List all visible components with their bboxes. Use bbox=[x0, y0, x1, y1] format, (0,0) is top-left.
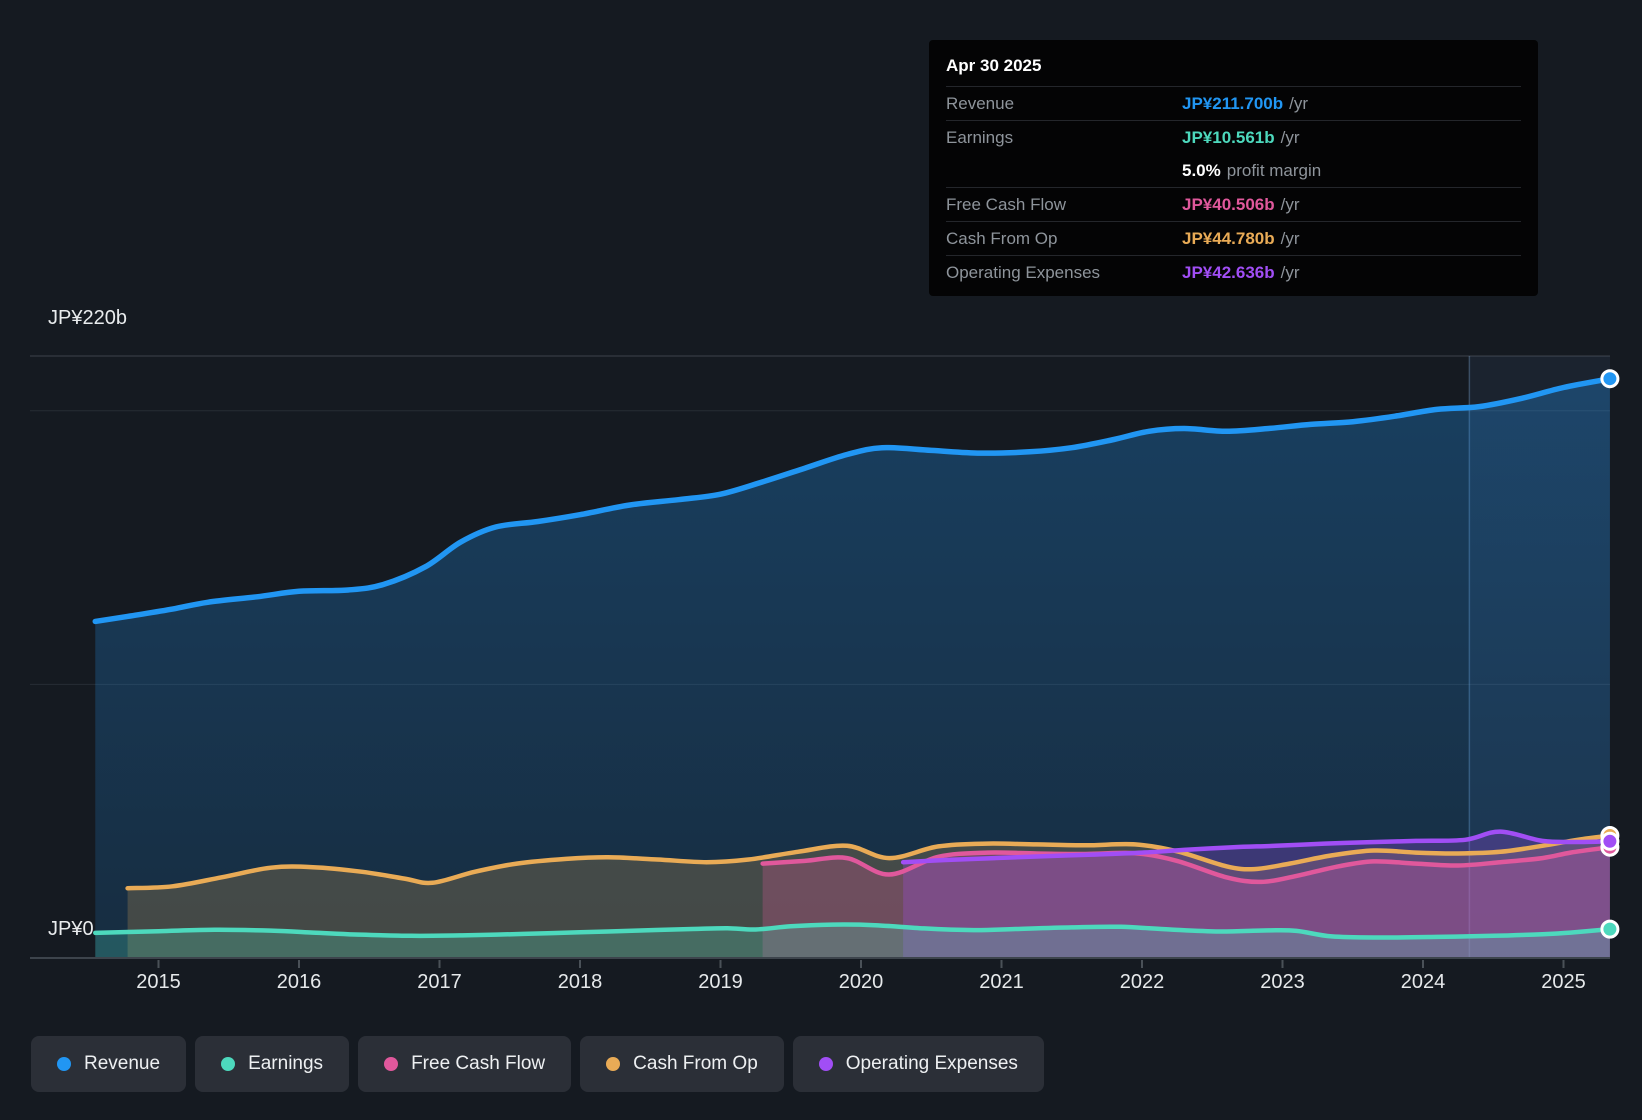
tooltip-date: Apr 30 2025 bbox=[946, 56, 1042, 75]
earnings-end-marker bbox=[1600, 919, 1620, 939]
tooltip-label: Earnings bbox=[946, 127, 1014, 147]
chart-legend: Revenue Earnings Free Cash Flow Cash Fro… bbox=[31, 1036, 1044, 1092]
legend-item-revenue[interactable]: Revenue bbox=[31, 1036, 187, 1092]
tooltip-row-earnings: Earnings JP¥10.561b /yr bbox=[946, 120, 1521, 154]
cash-from-op-dot-icon bbox=[606, 1057, 621, 1071]
legend-label: Operating Expenses bbox=[845, 1053, 1018, 1074]
revenue-dot-icon bbox=[57, 1057, 71, 1071]
x-axis-label-2017: 2017 bbox=[417, 971, 462, 993]
tooltip-unit: /yr bbox=[1280, 194, 1300, 214]
x-axis-label-2024: 2024 bbox=[1401, 971, 1446, 993]
tooltip-row-cash-from-op: Cash From Op JP¥44.780b /yr bbox=[946, 221, 1521, 255]
x-axis-label-2023: 2023 bbox=[1260, 971, 1305, 993]
legend-label: Free Cash Flow bbox=[411, 1053, 546, 1074]
x-axis-label-2015: 2015 bbox=[136, 971, 181, 993]
x-axis-label-2020: 2020 bbox=[839, 971, 884, 993]
y-axis-zero-label: JP¥0 bbox=[48, 918, 94, 940]
tooltip-row-profit-margin: 5.0% profit margin bbox=[946, 154, 1521, 187]
tooltip-label: Revenue bbox=[946, 93, 1015, 113]
x-axis-label-2025: 2025 bbox=[1541, 971, 1586, 993]
revenue-end-marker bbox=[1600, 369, 1620, 389]
operating-expenses-dot-icon bbox=[818, 1057, 833, 1071]
tooltip-unit: /yr bbox=[1280, 127, 1300, 147]
tooltip-unit: /yr bbox=[1289, 93, 1309, 113]
tooltip-row-revenue: Revenue JP¥211.700b /yr bbox=[946, 86, 1521, 120]
legend-label: Cash From Op bbox=[633, 1053, 758, 1074]
tooltip-unit: /yr bbox=[1280, 262, 1300, 282]
x-axis-label-2018: 2018 bbox=[558, 971, 603, 993]
tooltip-value: JP¥40.506b bbox=[1182, 194, 1275, 214]
operating-expenses-end-marker bbox=[1600, 831, 1620, 851]
earnings-dot-icon bbox=[221, 1057, 236, 1071]
legend-item-cash-from-op[interactable]: Cash From Op bbox=[580, 1036, 784, 1092]
tooltip-label: Operating Expenses bbox=[946, 262, 1101, 282]
tooltip-row-operating-expenses: Operating Expenses JP¥42.636b /yr bbox=[946, 255, 1521, 289]
y-axis-max-label: JP¥220b bbox=[48, 307, 127, 329]
tooltip-label: Cash From Op bbox=[946, 228, 1058, 248]
tooltip-unit: /yr bbox=[1280, 228, 1300, 248]
legend-label: Revenue bbox=[84, 1053, 161, 1074]
x-axis-label-2016: 2016 bbox=[277, 971, 322, 993]
x-axis-label-2021: 2021 bbox=[979, 971, 1024, 993]
chart-tooltip: Apr 30 2025 Revenue JP¥211.700b /yr Earn… bbox=[929, 40, 1538, 296]
legend-item-free-cash-flow[interactable]: Free Cash Flow bbox=[358, 1036, 572, 1092]
legend-label: Earnings bbox=[248, 1053, 324, 1074]
tooltip-value: JP¥211.700b bbox=[1182, 93, 1284, 113]
tooltip-label: Free Cash Flow bbox=[946, 194, 1066, 214]
tooltip-value: JP¥42.636b bbox=[1182, 262, 1275, 282]
tooltip-value: JP¥10.561b bbox=[1182, 127, 1275, 147]
tooltip-value: JP¥44.780b bbox=[1182, 228, 1275, 248]
tooltip-margin-value: 5.0% bbox=[1182, 160, 1221, 180]
tooltip-row-free-cash-flow: Free Cash Flow JP¥40.506b /yr bbox=[946, 187, 1521, 221]
legend-item-operating-expenses[interactable]: Operating Expenses bbox=[792, 1036, 1044, 1092]
tooltip-margin-label: profit margin bbox=[1226, 160, 1322, 180]
legend-item-earnings[interactable]: Earnings bbox=[195, 1036, 350, 1092]
x-axis-label-2019: 2019 bbox=[698, 971, 743, 993]
free-cash-flow-dot-icon bbox=[384, 1057, 399, 1071]
x-axis-label-2022: 2022 bbox=[1120, 971, 1165, 993]
